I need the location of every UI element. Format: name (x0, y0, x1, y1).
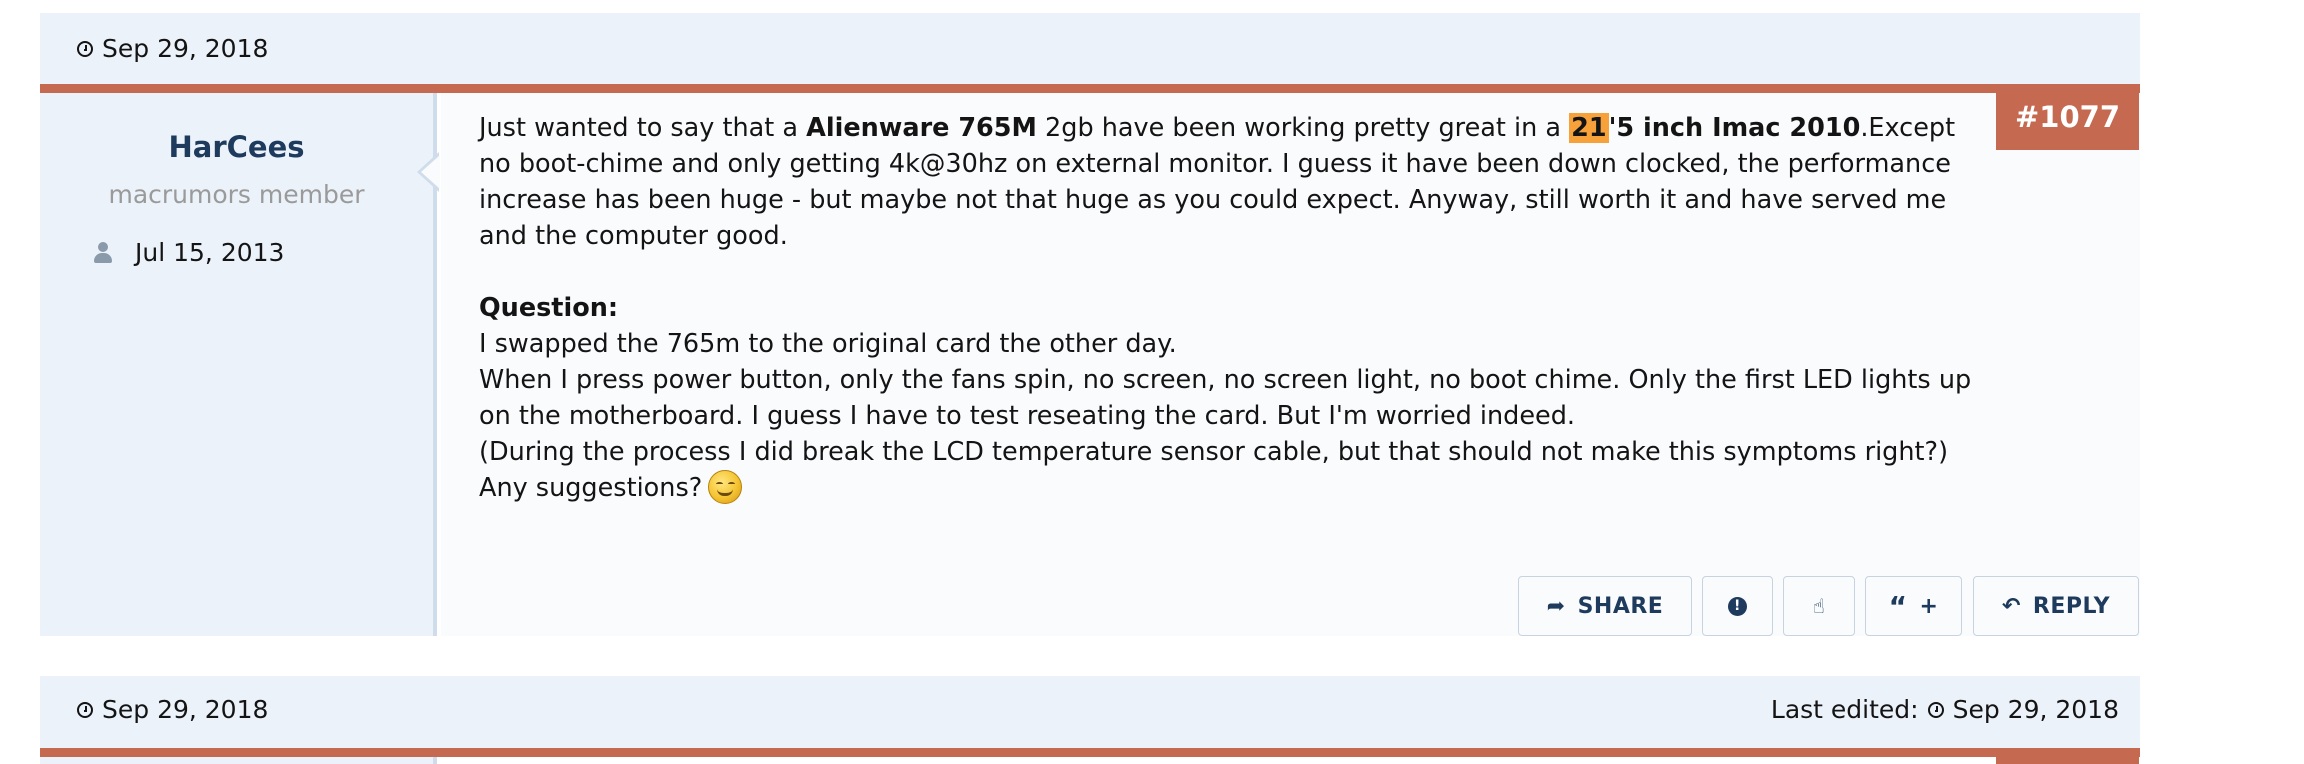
clock-icon (77, 40, 93, 57)
post-line: When I press power button, only the fans… (479, 365, 1972, 431)
join-date-text: Jul 15, 2013 (135, 238, 285, 267)
search-highlight: 21 (1569, 113, 1609, 143)
join-date: Jul 15, 2013 (93, 238, 284, 267)
user-info-panel (40, 93, 437, 636)
last-edited-date[interactable]: Sep 29, 2018 (1953, 695, 2119, 724)
next-user-panel (40, 757, 437, 764)
next-post-date-text: Sep 29, 2018 (102, 695, 269, 724)
next-post-date[interactable]: Sep 29, 2018 (77, 695, 268, 724)
reply-button[interactable]: ↶ REPLY (1973, 576, 2139, 636)
last-edited: Last edited: Sep 29, 2018 (1771, 695, 2119, 724)
quote-icon: “ (1888, 589, 1908, 623)
smiley-icon (708, 470, 743, 504)
post-date-text: Sep 29, 2018 (102, 34, 269, 63)
report-button[interactable]: ! (1702, 576, 1773, 636)
post-divider (40, 84, 2140, 93)
username[interactable]: HarCees (40, 130, 433, 164)
user-title: macrumors member (108, 180, 365, 209)
share-button[interactable]: ➦ SHARE (1518, 576, 1692, 636)
post-line: (During the process I did break the LCD … (479, 437, 1949, 467)
reply-icon: ↶ (2001, 593, 2021, 619)
share-icon: ➦ (1546, 593, 1566, 619)
next-post-divider (40, 748, 2140, 757)
post-number[interactable]: #1077 (1996, 84, 2139, 150)
clock-icon (77, 701, 93, 718)
post-line: I swapped the 765m to the original card … (479, 329, 1177, 359)
multi-quote-button[interactable]: “ + (1865, 576, 1962, 636)
clock-icon (1927, 701, 1944, 718)
user-icon (93, 241, 113, 264)
paragraph-1: Just wanted to say that a Alienware 765M… (479, 113, 1956, 251)
report-icon: ! (1728, 596, 1747, 616)
question-label: Question: (479, 293, 619, 323)
like-button[interactable]: ☝ (1783, 576, 1855, 636)
post-line-last: Any suggestions? (479, 470, 1979, 506)
last-edited-label: Last edited: (1770, 695, 1919, 724)
post-header-bar: Sep 29, 2018 (40, 13, 2140, 84)
post-content: Just wanted to say that a Alienware 765M… (479, 110, 1979, 506)
like-icon: ☝ (1812, 594, 1826, 618)
post-date[interactable]: Sep 29, 2018 (77, 34, 268, 63)
next-post-number (1996, 748, 2139, 764)
